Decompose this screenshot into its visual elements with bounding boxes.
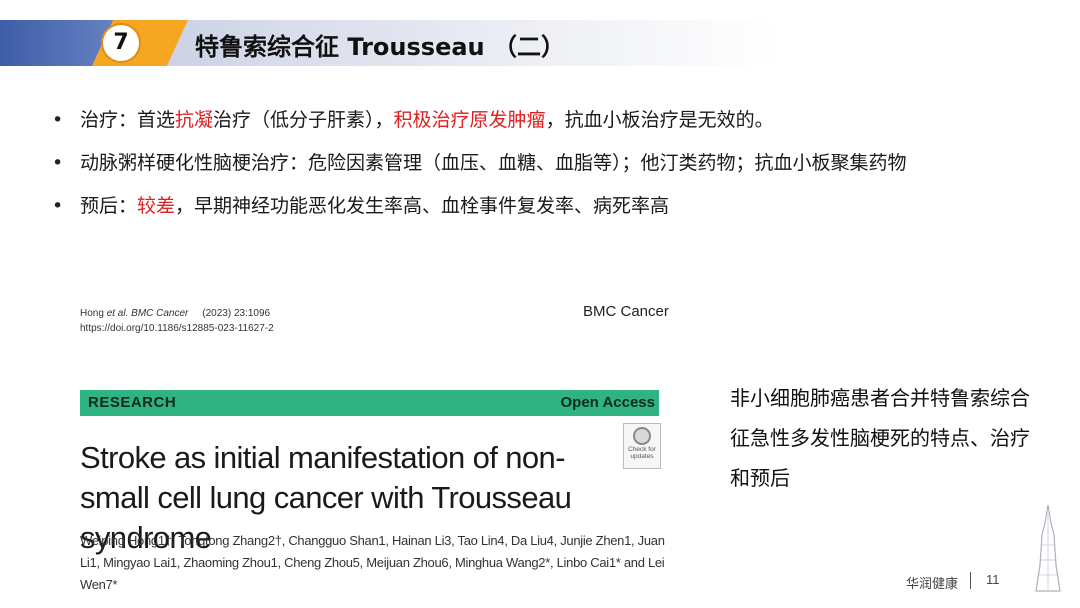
check-updates-icon	[633, 427, 651, 445]
research-label: RESEARCH	[88, 394, 177, 411]
citation-author: Hong	[80, 308, 107, 319]
journal-name: BMC Cancer	[583, 303, 669, 320]
paper-citation: Hong et al. BMC Cancer (2023) 23:1096 ht…	[80, 306, 274, 336]
bullet-text: 治疗：首选	[80, 109, 176, 131]
footer-brand: 华润健康	[906, 577, 959, 592]
bullet-text: 动脉粥样硬化性脑梗治疗：危险因素管理（血压、血糖、血脂等）；他汀类药物；抗血小板…	[80, 152, 907, 174]
citation-year: (2023) 23:1096	[188, 308, 271, 319]
paper-doi: https://doi.org/10.1186/s12885-023-11627…	[80, 323, 274, 334]
bullet-text-highlight: 较差	[137, 195, 176, 217]
open-access-label: Open Access	[560, 394, 656, 411]
tower-logo-icon	[1035, 505, 1061, 592]
bullet-list: 治疗：首选抗凝治疗（低分子肝素），积极治疗原发肿瘤，抗血小板治疗是无效的。 动脉…	[52, 100, 1022, 227]
paper-authors: Weiping Hong1†, Tongtong Zhang2†, Changg…	[80, 533, 665, 592]
check-updates-text: Check for updates	[628, 446, 656, 460]
bullet-text: 预后：	[80, 195, 138, 217]
bullet-prognosis: 预后：较差，早期神经功能恶化发生率高、血栓事件复发率、病死率高	[52, 186, 1022, 227]
section-number-badge: 7	[101, 23, 141, 63]
bullet-treatment: 治疗：首选抗凝治疗（低分子肝素），积极治疗原发肿瘤，抗血小板治疗是无效的。	[52, 100, 1022, 141]
slide-title: 特鲁索综合征 Trousseau （二）	[195, 33, 565, 61]
page-number: 11	[986, 572, 1000, 587]
bullet-text-highlight: 积极治疗原发肿瘤	[393, 109, 546, 131]
citation-etal: et al. BMC Cancer	[106, 308, 189, 319]
bullet-text-highlight: 抗凝	[175, 109, 214, 131]
bullet-text: ，抗血小板治疗是无效的。	[545, 109, 774, 131]
footer-divider	[970, 572, 971, 589]
check-for-updates-badge: Check for updates	[623, 423, 661, 469]
bullet-text: 治疗（低分子肝素），	[213, 109, 394, 131]
bullet-text: ，早期神经功能恶化发生率高、血栓事件复发率、病死率高	[175, 195, 670, 217]
bullet-atherosclerosis: 动脉粥样硬化性脑梗治疗：危险因素管理（血压、血糖、血脂等）；他汀类药物；抗血小板…	[52, 143, 1022, 184]
side-note: 非小细胞肺癌患者合并特鲁索综合征急性多发性脑梗死的特点、治疗和预后	[730, 386, 1030, 490]
